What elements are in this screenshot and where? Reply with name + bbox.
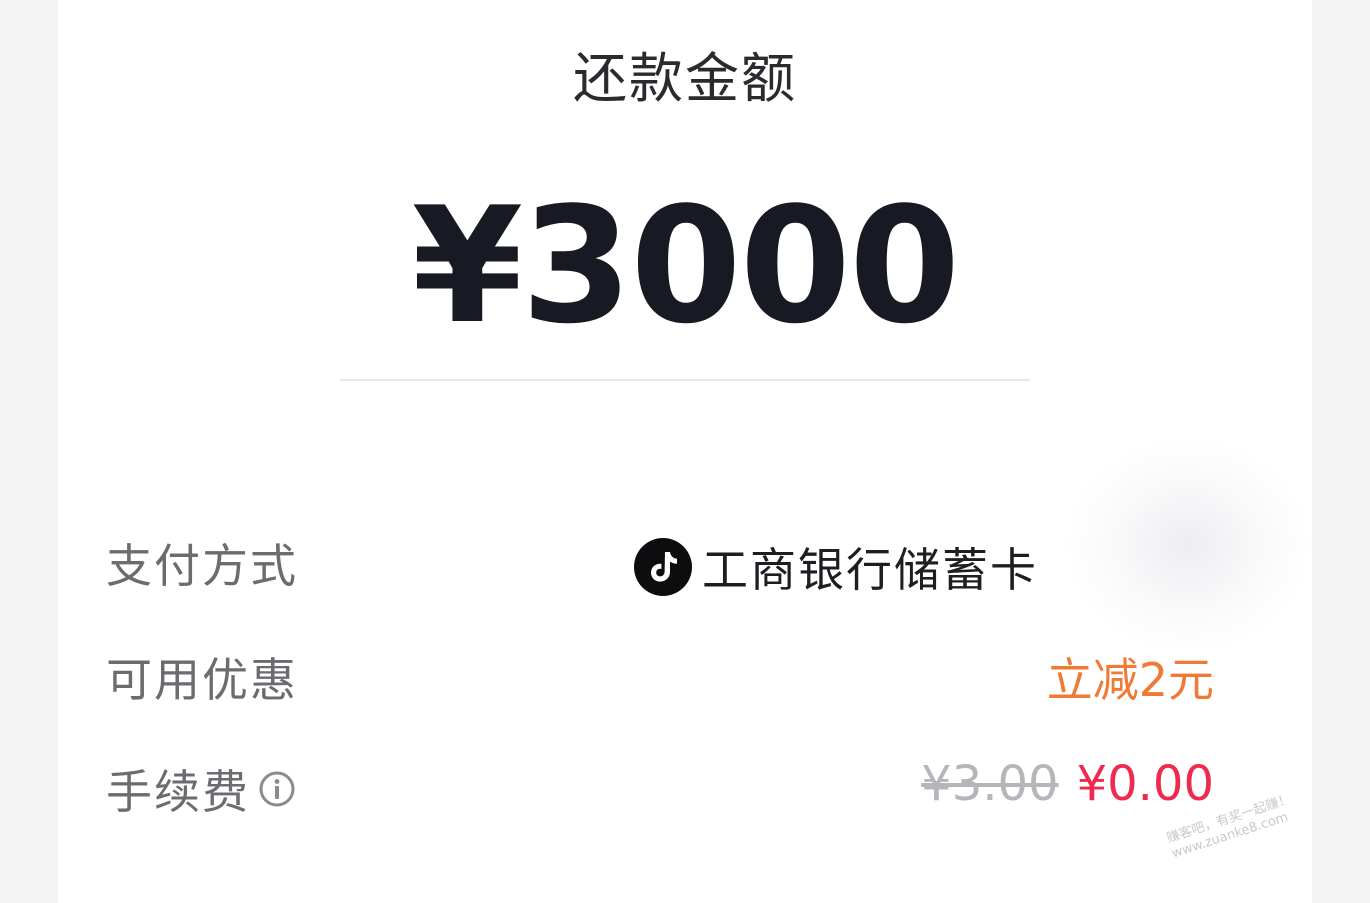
fee-current-price: ¥0.00	[1076, 756, 1214, 812]
repayment-amount: ¥3000	[411, 172, 961, 359]
payment-method-selector[interactable]: 工商银行储蓄卡	[634, 534, 1038, 600]
payment-method-label: 支付方式	[106, 539, 298, 593]
fee-label-wrap: 手续费	[106, 756, 296, 823]
repayment-card: 还款金额 ¥3000 支付方式 工商银行储蓄卡 可用优惠 立减2元 手续费 ¥3…	[58, 0, 1312, 903]
fee-values: ¥3.00 ¥0.00	[921, 756, 1214, 812]
douyin-brand-icon	[634, 538, 692, 596]
redaction-blur	[1068, 440, 1308, 650]
payment-method-value: 工商银行储蓄卡	[702, 543, 1038, 597]
fee-original-price: ¥3.00	[921, 756, 1059, 812]
amount-divider	[340, 379, 1030, 381]
info-icon[interactable]	[258, 765, 296, 819]
fee-label: 手续费	[106, 765, 250, 819]
page-title: 还款金额	[573, 47, 797, 110]
discount-label: 可用优惠	[106, 653, 298, 707]
discount-value[interactable]: 立减2元	[1047, 644, 1214, 710]
